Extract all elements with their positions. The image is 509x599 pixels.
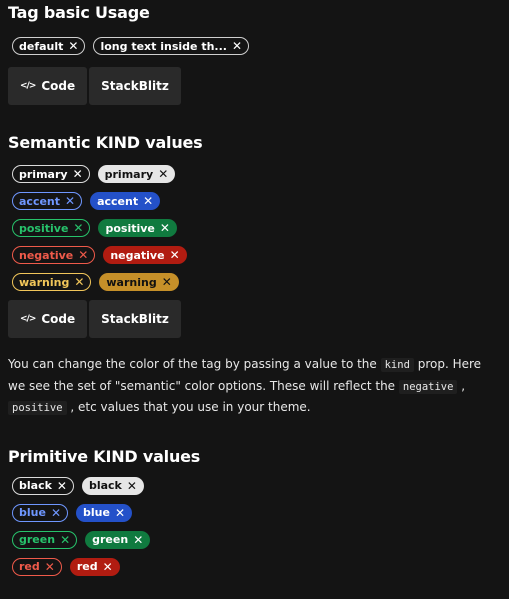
- close-icon[interactable]: ✕: [232, 40, 242, 52]
- tag-label: green: [92, 533, 129, 546]
- tag-label: red: [19, 560, 40, 573]
- description-text: You can change the color of the tag by p…: [8, 357, 381, 371]
- tag-label: blue: [19, 506, 46, 519]
- tag-label: primary: [104, 167, 154, 181]
- tag-label: warning: [106, 275, 157, 289]
- close-icon[interactable]: ✕: [103, 561, 113, 573]
- tag-outline-warning: warning ✕: [12, 273, 92, 291]
- tag-solid-blue: blue ✕: [76, 503, 132, 522]
- close-icon[interactable]: ✕: [60, 534, 70, 546]
- description-text: ,: [457, 378, 466, 393]
- section-title-primitive: Primitive KIND values: [8, 446, 201, 466]
- basic-tag-row: default ✕ long text inside th... ✕: [12, 37, 501, 55]
- tag-row: red ✕ red ✕: [12, 557, 501, 576]
- stackblitz-button-label: StackBlitz: [101, 312, 169, 326]
- tag-label: positive: [105, 221, 155, 235]
- tag-row: blue ✕ blue ✕: [12, 503, 501, 522]
- tag-row: green ✕ green ✕: [12, 530, 501, 549]
- tag-solid-positive: positive ✕: [98, 219, 177, 237]
- tag-default: default ✕: [12, 37, 86, 55]
- section-title-basic: Tag basic Usage: [8, 3, 150, 22]
- tag-outline-positive: positive ✕: [12, 219, 91, 237]
- close-icon[interactable]: ✕: [115, 507, 125, 519]
- tag-solid-primary: primary ✕: [97, 165, 176, 183]
- code-button-label: Code: [41, 79, 76, 93]
- tag-long-text: long text inside th... ✕: [93, 37, 250, 55]
- tag-label: primary: [19, 167, 68, 181]
- example-buttons-basic: </> Code StackBlitz: [8, 67, 501, 105]
- stackblitz-button[interactable]: StackBlitz: [89, 67, 181, 105]
- description-paragraph: You can change the color of the tag by p…: [8, 354, 501, 419]
- close-icon[interactable]: ✕: [158, 168, 168, 180]
- tag-label: positive: [19, 221, 69, 235]
- close-icon[interactable]: ✕: [45, 561, 55, 573]
- tag-solid-red: red ✕: [69, 557, 120, 576]
- close-icon[interactable]: ✕: [74, 276, 84, 288]
- close-icon[interactable]: ✕: [78, 249, 88, 261]
- stackblitz-button[interactable]: StackBlitz: [89, 300, 181, 338]
- tag-label: green: [19, 533, 56, 546]
- code-button-label: Code: [41, 312, 76, 326]
- stackblitz-button-label: StackBlitz: [101, 79, 169, 93]
- tag-row: primary ✕ primary ✕: [12, 165, 501, 183]
- tag-outline-green: green ✕: [12, 530, 78, 549]
- close-icon[interactable]: ✕: [170, 249, 180, 261]
- code-button[interactable]: </> Code: [8, 67, 88, 105]
- tag-outline-black: black ✕: [12, 476, 74, 495]
- code-button[interactable]: </> Code: [8, 300, 88, 338]
- tag-label: red: [76, 560, 98, 573]
- kind-code: kind: [380, 358, 414, 372]
- tag-label: warning: [19, 275, 70, 289]
- tag-outline-negative: negative ✕: [12, 246, 96, 264]
- tag-label: accent: [19, 194, 61, 208]
- page: Tag basic Usage default ✕ long text insi…: [0, 0, 509, 576]
- tag-solid-black: black ✕: [81, 476, 144, 495]
- description-text: , etc values that you use in your theme.: [66, 400, 311, 414]
- example-buttons-semantic: </> Code StackBlitz: [8, 300, 501, 338]
- tag-solid-negative: negative ✕: [103, 246, 187, 264]
- section-title-semantic: Semantic KIND values: [8, 133, 203, 152]
- tag-label: negative: [110, 248, 165, 262]
- tag-row: accent ✕ accent ✕: [12, 192, 501, 210]
- tag-label: negative: [19, 248, 74, 262]
- tag-label: blue: [83, 506, 110, 519]
- tag-label: long text inside th...: [100, 39, 227, 53]
- primitive-tag-list: black ✕ black ✕ blue ✕ blue ✕ green ✕ green ✕ red ✕ re…: [12, 476, 501, 576]
- code-icon: </>: [20, 81, 36, 91]
- close-icon[interactable]: ✕: [65, 195, 75, 207]
- close-icon[interactable]: ✕: [133, 534, 143, 546]
- close-icon[interactable]: ✕: [73, 222, 83, 234]
- tag-outline-blue: blue ✕: [12, 503, 68, 522]
- close-icon[interactable]: ✕: [143, 195, 153, 207]
- tag-label: accent: [97, 194, 139, 208]
- close-icon[interactable]: ✕: [162, 276, 172, 288]
- positive-code: positive: [8, 401, 67, 415]
- negative-code: negative: [398, 379, 458, 394]
- tag-solid-accent: accent ✕: [90, 192, 161, 210]
- tag-outline-primary: primary ✕: [12, 165, 90, 183]
- tag-label: black: [88, 479, 122, 492]
- tag-row: black ✕ black ✕: [12, 476, 501, 495]
- tag-label: black: [19, 479, 52, 492]
- close-icon[interactable]: ✕: [127, 480, 137, 492]
- tag-solid-warning: warning ✕: [99, 273, 179, 291]
- tag-row: warning ✕ warning ✕: [12, 273, 501, 291]
- close-icon[interactable]: ✕: [57, 480, 67, 492]
- tag-outline-red: red ✕: [12, 557, 62, 576]
- close-icon[interactable]: ✕: [160, 222, 170, 234]
- close-icon[interactable]: ✕: [51, 507, 61, 519]
- tag-solid-green: green ✕: [85, 530, 151, 549]
- tag-outline-accent: accent ✕: [12, 192, 83, 210]
- semantic-tag-list: primary ✕ primary ✕ accent ✕ accent ✕ positive ✕ p…: [12, 165, 501, 291]
- code-icon: </>: [20, 314, 36, 324]
- tag-row: positive ✕ positive ✕: [12, 219, 501, 237]
- tag-label: default: [19, 39, 64, 53]
- tag-row: negative ✕ negative ✕: [12, 246, 501, 264]
- close-icon[interactable]: ✕: [73, 168, 83, 180]
- close-icon[interactable]: ✕: [68, 40, 78, 52]
